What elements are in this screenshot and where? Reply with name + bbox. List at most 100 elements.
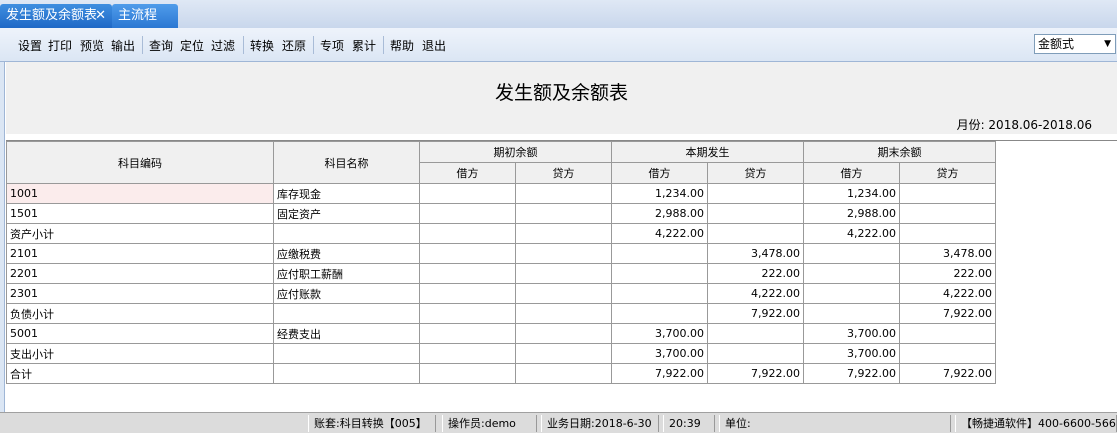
restore-button[interactable]: 还原 (282, 37, 306, 54)
cell-closing-credit[interactable]: 222.00 (899, 263, 996, 284)
cell-closing-debit[interactable]: 7,922.00 (803, 363, 900, 384)
cell-name[interactable] (273, 363, 420, 384)
cell-closing-credit[interactable]: 7,922.00 (899, 303, 996, 324)
table-row[interactable]: 1001 库存现金 1,234.00 1,234.00 (6, 183, 996, 204)
cell-current-credit[interactable] (707, 343, 804, 364)
cumulative-button[interactable]: 累计 (352, 37, 376, 54)
table-row[interactable]: 2201 应付职工薪酬 222.00 222.00 (6, 263, 996, 284)
export-button[interactable]: 输出 (111, 37, 135, 54)
cell-current-credit[interactable] (707, 323, 804, 344)
tab-main-flow[interactable]: 主流程 (112, 4, 178, 28)
cell-closing-credit[interactable] (899, 343, 996, 364)
cell-opening-debit[interactable] (419, 263, 516, 284)
preview-button[interactable]: 预览 (80, 37, 104, 54)
cell-current-debit[interactable]: 1,234.00 (611, 183, 708, 204)
cell-code[interactable]: 2301 (6, 283, 274, 304)
cell-closing-credit[interactable] (899, 223, 996, 244)
table-row[interactable]: 负债小计 7,922.00 7,922.00 (6, 303, 996, 324)
cell-name[interactable]: 应付账款 (273, 283, 420, 304)
close-icon[interactable]: ✕ (95, 4, 106, 28)
help-button[interactable]: 帮助 (390, 37, 414, 54)
locate-button[interactable]: 定位 (180, 37, 204, 54)
query-button[interactable]: 查询 (149, 37, 173, 54)
cell-closing-credit[interactable]: 7,922.00 (899, 363, 996, 384)
cell-name[interactable] (273, 223, 420, 244)
cell-closing-debit[interactable]: 2,988.00 (803, 203, 900, 224)
cell-closing-credit[interactable]: 4,222.00 (899, 283, 996, 304)
cell-opening-credit[interactable] (515, 303, 612, 324)
cell-current-debit[interactable]: 3,700.00 (611, 323, 708, 344)
settings-button[interactable]: 设置 (18, 37, 42, 54)
cell-opening-debit[interactable] (419, 323, 516, 344)
cell-opening-debit[interactable] (419, 343, 516, 364)
cell-current-debit[interactable]: 2,988.00 (611, 203, 708, 224)
filter-button[interactable]: 过滤 (211, 37, 235, 54)
cell-current-credit[interactable] (707, 223, 804, 244)
cell-opening-credit[interactable] (515, 183, 612, 204)
table-row[interactable]: 2301 应付账款 4,222.00 4,222.00 (6, 283, 996, 304)
cell-closing-debit[interactable]: 3,700.00 (803, 343, 900, 364)
cell-code[interactable]: 5001 (6, 323, 274, 344)
cell-code[interactable]: 负债小计 (6, 303, 274, 324)
cell-opening-debit[interactable] (419, 283, 516, 304)
cell-current-credit[interactable] (707, 183, 804, 204)
cell-opening-debit[interactable] (419, 223, 516, 244)
cell-current-credit[interactable]: 7,922.00 (707, 363, 804, 384)
print-button[interactable]: 打印 (48, 37, 72, 54)
cell-current-debit[interactable] (611, 283, 708, 304)
cell-current-debit[interactable]: 7,922.00 (611, 363, 708, 384)
cell-opening-debit[interactable] (419, 243, 516, 264)
table-row[interactable]: 1501 固定资产 2,988.00 2,988.00 (6, 203, 996, 224)
cell-name[interactable]: 应缴税费 (273, 243, 420, 264)
convert-button[interactable]: 转换 (250, 37, 274, 54)
cell-current-credit[interactable] (707, 203, 804, 224)
format-select[interactable]: 金额式 ▼ (1034, 34, 1116, 54)
tab-balance-report[interactable]: 发生额及余额表 ✕ (0, 4, 112, 28)
cell-opening-credit[interactable] (515, 243, 612, 264)
cell-opening-debit[interactable] (419, 203, 516, 224)
cell-closing-debit[interactable]: 1,234.00 (803, 183, 900, 204)
exit-button[interactable]: 退出 (422, 37, 446, 54)
cell-opening-credit[interactable] (515, 263, 612, 284)
cell-opening-credit[interactable] (515, 283, 612, 304)
cell-closing-credit[interactable] (899, 323, 996, 344)
cell-code[interactable]: 2201 (6, 263, 274, 284)
cell-current-debit[interactable] (611, 243, 708, 264)
cell-opening-debit[interactable] (419, 183, 516, 204)
cell-code[interactable]: 1501 (6, 203, 274, 224)
report-grid[interactable]: 科目编码 科目名称 期初余额 本期发生 期末余额 借方 贷方 借方 贷方 借方 … (6, 140, 1117, 412)
cell-name[interactable]: 经费支出 (273, 323, 420, 344)
cell-current-debit[interactable] (611, 303, 708, 324)
cell-closing-debit[interactable]: 4,222.00 (803, 223, 900, 244)
cell-current-debit[interactable]: 4,222.00 (611, 223, 708, 244)
cell-current-debit[interactable] (611, 263, 708, 284)
cell-opening-debit[interactable] (419, 303, 516, 324)
cell-opening-debit[interactable] (419, 363, 516, 384)
cell-name[interactable]: 应付职工薪酬 (273, 263, 420, 284)
cell-opening-credit[interactable] (515, 343, 612, 364)
cell-code[interactable]: 2101 (6, 243, 274, 264)
table-row[interactable]: 2101 应缴税费 3,478.00 3,478.00 (6, 243, 996, 264)
cell-closing-credit[interactable] (899, 203, 996, 224)
cell-current-credit[interactable]: 3,478.00 (707, 243, 804, 264)
cell-opening-credit[interactable] (515, 363, 612, 384)
cell-closing-debit[interactable] (803, 303, 900, 324)
cell-name[interactable]: 固定资产 (273, 203, 420, 224)
cell-closing-debit[interactable] (803, 263, 900, 284)
cell-closing-credit[interactable] (899, 183, 996, 204)
cell-current-credit[interactable]: 222.00 (707, 263, 804, 284)
cell-closing-debit[interactable]: 3,700.00 (803, 323, 900, 344)
cell-closing-credit[interactable]: 3,478.00 (899, 243, 996, 264)
cell-name[interactable]: 库存现金 (273, 183, 420, 204)
cell-code[interactable]: 支出小计 (6, 343, 274, 364)
cell-name[interactable] (273, 343, 420, 364)
cell-closing-debit[interactable] (803, 243, 900, 264)
cell-opening-credit[interactable] (515, 203, 612, 224)
cell-closing-debit[interactable] (803, 283, 900, 304)
cell-current-debit[interactable]: 3,700.00 (611, 343, 708, 364)
cell-code[interactable]: 资产小计 (6, 223, 274, 244)
cell-opening-credit[interactable] (515, 223, 612, 244)
special-button[interactable]: 专项 (320, 37, 344, 54)
cell-current-credit[interactable]: 4,222.00 (707, 283, 804, 304)
cell-opening-credit[interactable] (515, 323, 612, 344)
